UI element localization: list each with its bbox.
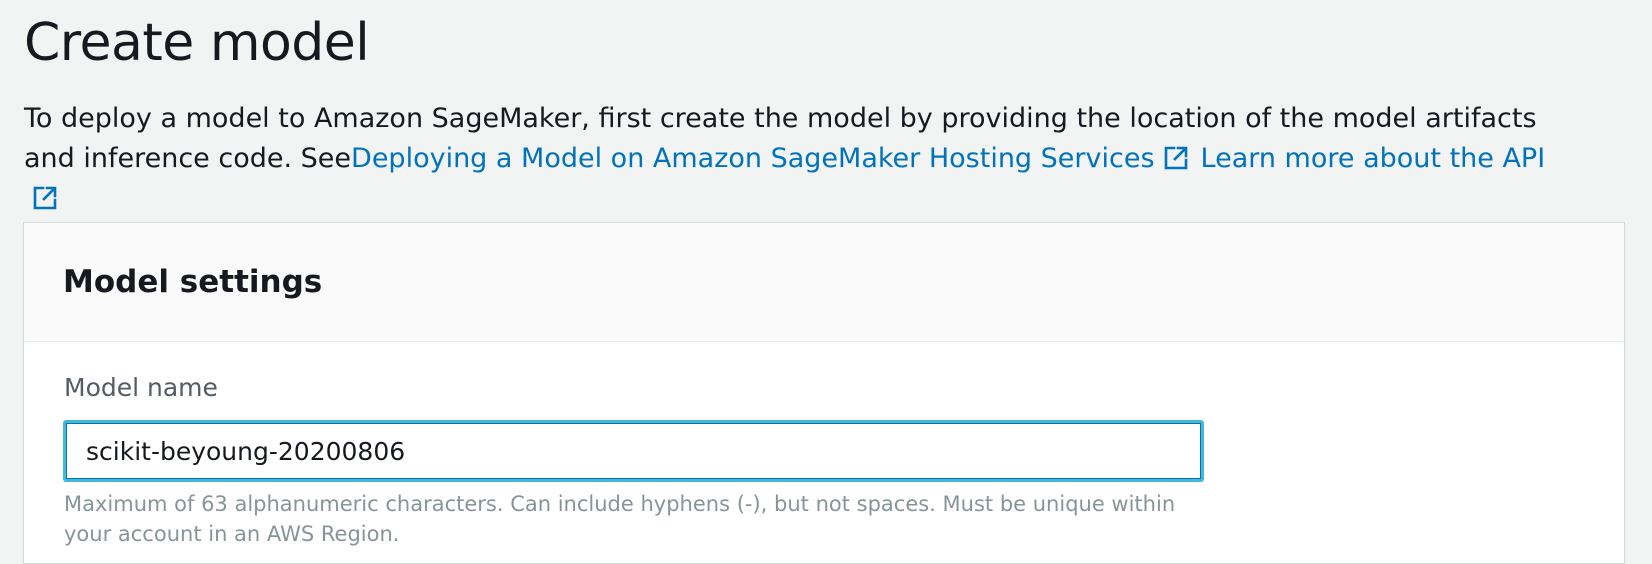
- page-title: Create model: [24, 13, 370, 73]
- deploying-model-link-label: Deploying a Model on Amazon SageMaker Ho…: [351, 143, 1155, 174]
- page-description: To deploy a model to Amazon SageMaker, f…: [24, 99, 1584, 219]
- model-name-label: Model name: [64, 373, 218, 402]
- external-link-icon: [32, 185, 58, 211]
- model-settings-panel: Model settings Model name Maximum of 63 …: [23, 222, 1625, 564]
- model-settings-title: Model settings: [63, 264, 323, 300]
- learn-more-api-link-label: Learn more about the API: [1200, 143, 1546, 174]
- external-link-icon: [1163, 145, 1189, 171]
- deploying-model-link[interactable]: Deploying a Model on Amazon SageMaker Ho…: [351, 143, 1200, 174]
- model-name-input[interactable]: [63, 420, 1204, 482]
- model-settings-header: Model settings: [24, 223, 1624, 342]
- model-name-hint: Maximum of 63 alphanumeric characters. C…: [64, 492, 1176, 546]
